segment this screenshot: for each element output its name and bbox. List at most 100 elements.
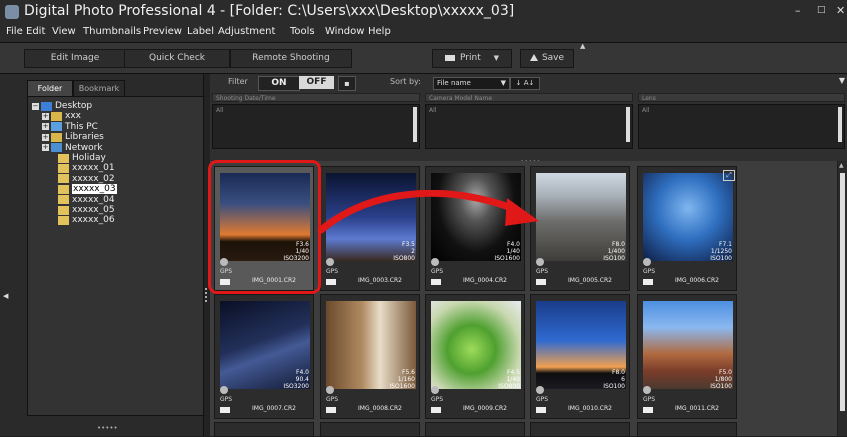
collapse-toolbar-icon[interactable]: ▲ xyxy=(580,42,585,50)
save-button[interactable]: Save xyxy=(520,49,574,68)
tree-item-libraries[interactable]: + Libraries xyxy=(42,132,104,143)
check-mark-icon[interactable] xyxy=(431,258,439,266)
filter-group-header[interactable]: Camera Model Name xyxy=(425,93,633,102)
file-name: IMG_0011.CR2 xyxy=(675,405,719,412)
thumbnail-card[interactable]: F8.0 1/400 ISO100 GPS IMG_0005.CR2 xyxy=(530,166,630,291)
menu-preview[interactable]: Preview xyxy=(143,26,182,37)
gps-badge: GPS xyxy=(326,268,339,275)
check-mark-icon[interactable] xyxy=(326,258,334,266)
filter-groups: Shooting Date/Time All Camera Model Name… xyxy=(210,91,847,161)
check-mark-icon[interactable] xyxy=(536,258,544,266)
raw-icon xyxy=(536,407,546,413)
menu-label[interactable]: Label xyxy=(187,26,214,37)
raw-icon xyxy=(643,407,653,413)
filter-bar: Filter ON OFF ▪ Sort by: File name ▼ ↓ A… xyxy=(210,74,847,91)
edit-image-button[interactable]: Edit Image xyxy=(24,49,126,68)
thumbnail-card-partial[interactable] xyxy=(214,422,314,437)
exif-info: F5.0 1/800 ISO100 xyxy=(710,369,732,390)
thumbnail-card-partial[interactable] xyxy=(530,422,630,437)
print-dropdown-icon[interactable]: ▼ xyxy=(494,54,499,62)
check-mark-icon[interactable] xyxy=(220,386,228,394)
filter-item[interactable]: All xyxy=(642,107,649,114)
thumbnail-scrollbar[interactable]: ▲ xyxy=(838,161,847,436)
remote-shooting-button[interactable]: Remote Shooting xyxy=(230,49,352,68)
check-mark-icon[interactable] xyxy=(431,386,439,394)
filter-group-list[interactable]: All xyxy=(638,104,845,149)
filter-scrollbar[interactable] xyxy=(626,107,630,142)
splitter-grip[interactable] xyxy=(205,288,209,302)
sort-direction-button[interactable]: ↓ A↓ xyxy=(510,77,540,90)
raw-icon xyxy=(326,407,336,413)
filter-group-list[interactable]: All xyxy=(425,104,633,149)
thumbnail-card-partial[interactable] xyxy=(320,422,420,437)
user-folder-icon xyxy=(51,111,62,121)
thumbnail-card-partial[interactable] xyxy=(425,422,525,437)
expand-icon[interactable]: + xyxy=(42,112,49,120)
tree-item-xxxxx-02[interactable]: xxxxx_02 xyxy=(58,174,115,185)
expand-icon[interactable]: + xyxy=(42,133,49,141)
collapse-left-arrow-icon[interactable]: ◀ xyxy=(3,292,8,300)
tree-item-xxxxx-06[interactable]: xxxxx_06 xyxy=(58,215,115,226)
network-icon xyxy=(51,143,62,153)
thumbnail-card[interactable]: F8.0 6 ISO100 GPS IMG_0010.CR2 xyxy=(530,294,630,419)
check-mark-icon[interactable] xyxy=(643,258,651,266)
thumbnail-card-partial[interactable] xyxy=(637,422,737,437)
menu-help[interactable]: Help xyxy=(368,26,391,37)
tree-item-desktop[interactable]: − Desktop xyxy=(32,101,92,112)
filter-group-list[interactable]: All xyxy=(212,104,420,149)
print-button[interactable]: Print ▼ xyxy=(432,49,512,68)
expand-icon[interactable]: ⤢ xyxy=(723,170,735,181)
tree-item-this-pc[interactable]: + This PC xyxy=(42,122,98,133)
filter-expand-icon[interactable]: ▼ xyxy=(839,76,845,85)
filter-item[interactable]: All xyxy=(429,107,436,114)
gps-badge: GPS xyxy=(536,396,549,403)
panel-splitter-grip[interactable]: ••••• xyxy=(97,424,118,432)
thumbnail-card[interactable]: F4.5 1/40 ISO800 GPS IMG_0009.CR2 xyxy=(425,294,525,419)
tree-item-label: xxxxx_02 xyxy=(72,173,115,184)
scroll-thumb[interactable] xyxy=(840,173,845,411)
menu-view[interactable]: View xyxy=(52,26,76,37)
left-collapse-strip[interactable]: ◀ xyxy=(0,74,27,436)
filter-group-header[interactable]: Lens xyxy=(638,93,845,102)
filter-item[interactable]: All xyxy=(216,107,223,114)
filter-group-header[interactable]: Shooting Date/Time xyxy=(212,93,420,102)
menu-thumbnails[interactable]: Thumbnails xyxy=(83,26,141,37)
menu-tools[interactable]: Tools xyxy=(290,26,315,37)
minimize-button[interactable]: – xyxy=(795,4,801,17)
menu-adjustment[interactable]: Adjustment xyxy=(218,26,275,37)
check-mark-icon[interactable] xyxy=(536,386,544,394)
tree-item-xxxxx-03[interactable]: xxxxx_03 xyxy=(58,184,117,195)
maximize-button[interactable]: □ xyxy=(817,5,826,15)
tree-item-xxxxx-05[interactable]: xxxxx_05 xyxy=(58,205,115,216)
menu-file[interactable]: File xyxy=(6,26,23,37)
collapse-icon[interactable]: − xyxy=(32,102,39,110)
filter-on-button[interactable]: ON xyxy=(258,76,300,91)
tree-item-label: Holiday xyxy=(72,153,106,163)
sort-select[interactable]: File name ▼ xyxy=(433,77,510,90)
check-mark-icon[interactable] xyxy=(643,386,651,394)
tree-item-holiday[interactable]: Holiday xyxy=(58,153,106,164)
scroll-up-icon[interactable]: ▲ xyxy=(839,162,844,169)
file-name: IMG_0010.CR2 xyxy=(568,405,612,412)
file-name: IMG_0005.CR2 xyxy=(568,277,612,284)
close-button[interactable]: ✕ xyxy=(836,4,845,17)
tree-item-xxxxx-01[interactable]: xxxxx_01 xyxy=(58,163,115,174)
thumbnail-card[interactable]: F7.1 1/1250 ISO100 GPS IMG_0006.CR2 xyxy=(637,166,737,291)
tree-item-xxx[interactable]: + xxx xyxy=(42,111,81,122)
filter-scrollbar[interactable] xyxy=(838,107,842,142)
filter-lock-icon[interactable]: ▪ xyxy=(338,76,356,91)
thumbnail-card[interactable]: F5.0 1/800 ISO100 GPS IMG_0011.CR2 xyxy=(637,294,737,419)
quick-check-button[interactable]: Quick Check xyxy=(124,49,230,68)
menu-window[interactable]: Window xyxy=(325,26,364,37)
tree-item-network[interactable]: + Network xyxy=(42,143,103,154)
thumbnail-card[interactable]: F5.6 1/160 ISO1600 GPS IMG_0008.CR2 xyxy=(320,294,420,419)
filter-off-button[interactable]: OFF xyxy=(299,76,334,89)
menu-edit[interactable]: Edit xyxy=(26,26,45,37)
check-mark-icon[interactable] xyxy=(326,386,334,394)
filter-scrollbar[interactable] xyxy=(413,107,417,142)
gps-badge: GPS xyxy=(431,396,444,403)
expand-icon[interactable]: + xyxy=(42,123,49,131)
expand-icon[interactable]: + xyxy=(42,144,49,152)
thumbnail-card[interactable]: F4.0 90.4 ISO3200 GPS IMG_0007.CR2 xyxy=(214,294,314,419)
tree-item-xxxxx-04[interactable]: xxxxx_04 xyxy=(58,195,115,206)
